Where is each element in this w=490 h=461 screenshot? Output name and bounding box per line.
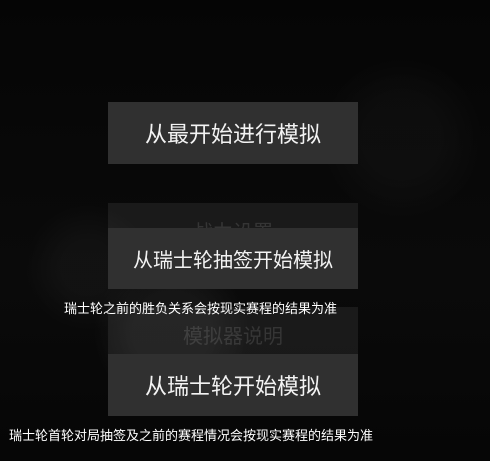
start-from-swiss-draw-button[interactable]: 从瑞士轮抽签开始模拟	[108, 228, 358, 289]
start-from-swiss-round-label: 从瑞士轮开始模拟	[144, 375, 321, 400]
swiss-round-note: 瑞士轮首轮对局抽签及之前的赛程情况会按现实赛程的结果为准	[9, 429, 374, 444]
swiss-draw-note: 瑞士轮之前的胜负关系会按现实赛程的结果为准	[64, 302, 338, 317]
start-from-beginning-button[interactable]: 从最开始进行模拟	[108, 102, 358, 164]
start-from-beginning-label: 从最开始进行模拟	[144, 123, 321, 148]
start-from-swiss-draw-label: 从瑞士轮抽签开始模拟	[133, 248, 333, 272]
start-from-swiss-round-button[interactable]: 从瑞士轮开始模拟	[108, 354, 358, 416]
